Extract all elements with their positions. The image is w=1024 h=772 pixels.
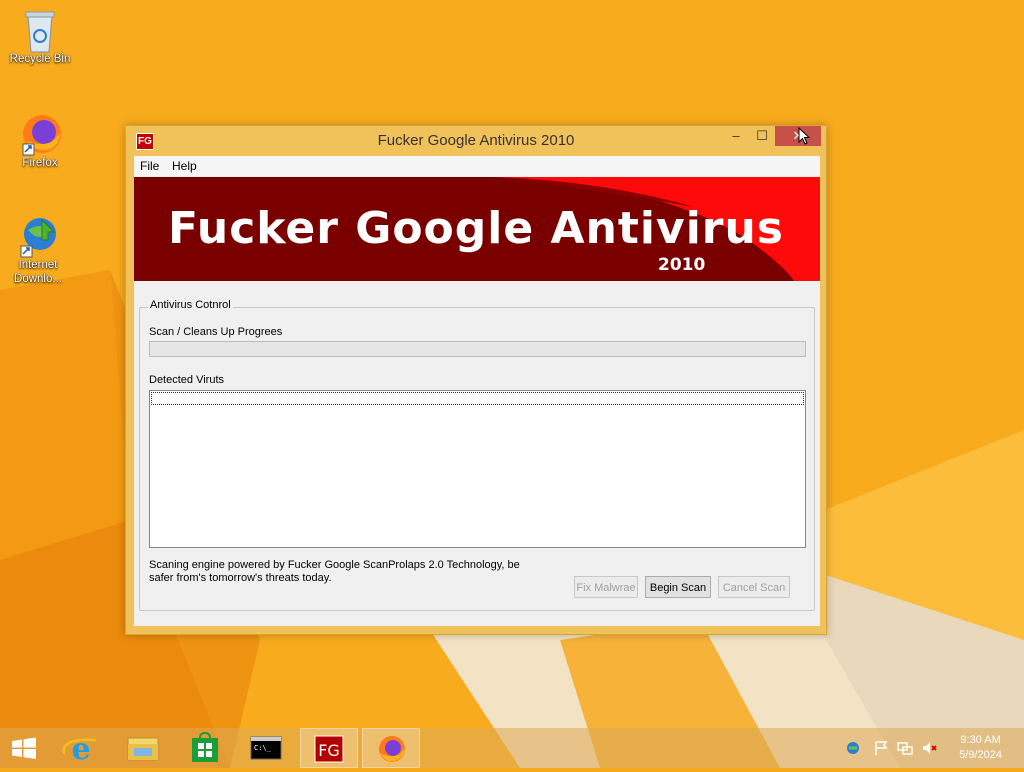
firefox-icon — [20, 112, 61, 156]
firefox-icon — [379, 736, 405, 762]
mouse-cursor-icon — [798, 127, 810, 145]
clock-date: 5/9/2024 — [959, 749, 1002, 761]
banner-title: Fucker Google Antivirus — [168, 203, 784, 254]
window-title: Fucker Google Antivirus 2010 — [377, 132, 575, 149]
desktop-icon-firefox[interactable]: Firefox — [2, 112, 78, 170]
app-banner: Fucker Google Antivirus 2010 — [134, 177, 820, 281]
detected-virus-list[interactable] — [149, 390, 806, 548]
desktop-icon-recycle-bin[interactable]: Recycle Bin — [2, 8, 78, 66]
internet-explorer-icon: e — [62, 732, 97, 767]
internet-download-manager-icon — [18, 214, 58, 258]
desktop-icon-label: Firefox — [22, 157, 58, 169]
begin-scan-button[interactable]: Begin Scan — [645, 576, 711, 598]
fix-malware-button[interactable]: Fix Malwrae — [574, 576, 638, 598]
start-button[interactable] — [0, 728, 58, 768]
menu-help[interactable]: Help — [172, 159, 197, 173]
network-download-tray-icon[interactable] — [845, 740, 861, 756]
scan-progress-bar — [149, 341, 806, 357]
taskbar-store[interactable] — [176, 728, 234, 768]
engine-info-text: Scaning engine powered by Fucker Google … — [149, 559, 529, 585]
taskbar: e C:\_ FG 9:30 AM 5/9/2024 — [0, 728, 1024, 768]
antivirus-control-group: Antivirus Cotnrol Scan / Cleans Up Progr… — [139, 299, 815, 611]
action-center-flag-icon[interactable] — [873, 740, 889, 756]
desktop-icon-label: Recycle Bin — [9, 53, 71, 65]
minimize-button[interactable]: – — [723, 126, 749, 146]
maximize-button[interactable]: ☐ — [749, 126, 775, 146]
network-icon[interactable] — [897, 740, 913, 756]
cmd-prompt-text: C:\_ — [254, 744, 272, 752]
taskbar-command-prompt[interactable]: C:\_ — [238, 728, 296, 768]
clock[interactable]: 9:30 AM 5/9/2024 — [959, 733, 1002, 763]
menu-file[interactable]: File — [140, 159, 159, 173]
menu-bar: File Help — [134, 156, 820, 176]
recycle-bin-icon — [20, 8, 60, 53]
group-title: Antivirus Cotnrol — [148, 299, 233, 311]
command-prompt-icon: C:\_ — [250, 736, 282, 760]
file-explorer-icon — [127, 737, 159, 761]
window-client-area: File Help Fucker Google Antivirus 2010 A… — [134, 156, 820, 626]
banner-year: 2010 — [658, 255, 706, 275]
fg-app-icon: FG — [314, 735, 344, 763]
volume-muted-icon[interactable] — [921, 740, 937, 756]
desktop-icon-label: Internet Downlo... — [14, 259, 62, 285]
clock-time: 9:30 AM — [960, 734, 1001, 746]
engine-info-line2: safer from's tomorrow's threats today. — [149, 572, 332, 584]
antivirus-window[interactable]: FG Fucker Google Antivirus 2010 – ☐ ✕ Fi… — [125, 125, 827, 635]
taskbar-firefox[interactable] — [362, 728, 420, 768]
taskbar-fg-antivirus[interactable]: FG — [300, 728, 358, 768]
list-item[interactable] — [151, 392, 804, 405]
taskbar-internet-explorer[interactable]: e — [52, 728, 110, 768]
engine-info-line1: Scaning engine powered by Fucker Google … — [149, 559, 520, 571]
svg-text:e: e — [71, 732, 90, 767]
fg-taskbar-text: FG — [318, 741, 340, 760]
windows-start-icon — [12, 737, 36, 759]
detected-label: Detected Viruts — [149, 374, 225, 386]
desktop-icon-internet-download-manager[interactable]: Internet Downlo... — [0, 214, 76, 286]
taskbar-file-explorer[interactable] — [114, 728, 172, 768]
progress-label: Scan / Cleans Up Progrees — [149, 326, 283, 338]
window-titlebar[interactable]: FG Fucker Google Antivirus 2010 – ☐ ✕ — [126, 126, 826, 156]
store-icon — [192, 731, 218, 762]
cancel-scan-button[interactable]: Cancel Scan — [718, 576, 790, 598]
